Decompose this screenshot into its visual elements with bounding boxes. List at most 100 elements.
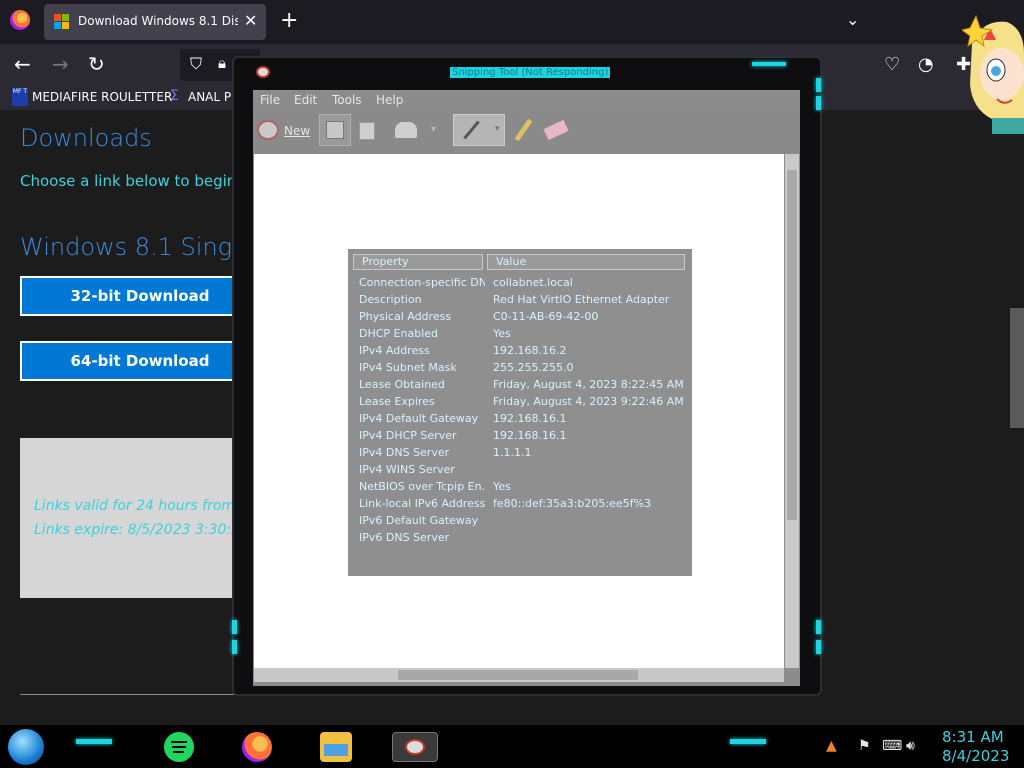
shield-icon[interactable]: ⛉ bbox=[190, 54, 202, 74]
network-icon[interactable]: ⌨ bbox=[882, 738, 902, 754]
flag-icon[interactable]: ⚑ bbox=[858, 738, 871, 754]
tab-close-icon[interactable]: ✕ bbox=[244, 11, 257, 30]
property-name: Physical Address bbox=[359, 310, 452, 323]
property-value: 192.168.16.1 bbox=[493, 412, 567, 425]
download-32bit-button[interactable]: 32-bit Download bbox=[20, 276, 260, 316]
reload-icon[interactable]: ↻ bbox=[88, 52, 105, 76]
column-header-property: Property bbox=[353, 254, 483, 270]
window-title: Snipping Tool (Not Responding) bbox=[450, 67, 611, 78]
bookmark-second[interactable]: ANAL P bbox=[188, 90, 231, 104]
menu-file[interactable]: File bbox=[260, 93, 280, 107]
file-explorer-icon[interactable] bbox=[320, 732, 352, 762]
property-name: IPv4 Subnet Mask bbox=[359, 361, 457, 374]
eraser-icon[interactable] bbox=[543, 119, 569, 141]
table-row: DHCP Enabled Yes bbox=[348, 327, 692, 344]
property-value: collabnet.local bbox=[493, 276, 573, 289]
menu-tools[interactable]: Tools bbox=[332, 93, 362, 107]
property-name: Lease Expires bbox=[359, 395, 435, 408]
frame-accent bbox=[232, 640, 237, 654]
property-name: IPv6 Default Gateway bbox=[359, 514, 479, 527]
volume-icon[interactable]: 🔊︎ bbox=[906, 738, 915, 754]
frame-accent bbox=[816, 640, 821, 654]
clock-time[interactable]: 8:31 AM bbox=[942, 728, 1004, 746]
firefox-taskbar-icon[interactable] bbox=[242, 732, 272, 762]
back-arrow-icon[interactable]: ← bbox=[14, 52, 31, 76]
new-snip-button[interactable]: New bbox=[284, 124, 310, 138]
bookmark-icon: Σ bbox=[170, 88, 179, 104]
property-name: Connection-specific DN... bbox=[359, 276, 485, 289]
vertical-scroll-thumb[interactable] bbox=[787, 170, 797, 520]
spotify-icon[interactable] bbox=[164, 732, 194, 762]
table-row: Physical Address C0-11-AB-69-42-00 bbox=[348, 310, 692, 327]
page-scrollbar[interactable] bbox=[1010, 308, 1024, 428]
property-name: DHCP Enabled bbox=[359, 327, 439, 340]
horizontal-scroll-thumb[interactable] bbox=[398, 670, 638, 680]
windows-logo-icon bbox=[54, 14, 70, 30]
scissors-icon bbox=[256, 66, 270, 78]
tab-strip: Download Windows 8.1 Disc Im ✕ + ⌄ bbox=[0, 0, 1024, 44]
tab-title: Download Windows 8.1 Disc Im bbox=[78, 14, 238, 28]
lock-icon[interactable]: 🔒︎ bbox=[218, 54, 226, 72]
taskbar-accent bbox=[76, 739, 112, 744]
pen-icon[interactable]: ▾ bbox=[453, 114, 505, 146]
table-row: NetBIOS over Tcpip En... Yes bbox=[348, 480, 692, 497]
menu-edit[interactable]: Edit bbox=[294, 93, 317, 107]
firefox-menu-icon[interactable] bbox=[10, 10, 30, 30]
highlighter-icon[interactable] bbox=[514, 118, 533, 142]
links-valid-text: Links valid for 24 hours from bbox=[34, 498, 236, 514]
table-row: IPv4 Address 192.168.16.2 bbox=[348, 344, 692, 361]
table-row: IPv6 DNS Server bbox=[348, 531, 692, 548]
property-value: Yes bbox=[493, 327, 511, 340]
sync-icon[interactable]: ◔ bbox=[918, 54, 934, 75]
taskbar-accent bbox=[730, 739, 766, 744]
table-row: IPv4 Subnet Mask 255.255.255.0 bbox=[348, 361, 692, 378]
property-value: Yes bbox=[493, 480, 511, 493]
chevron-down-icon[interactable]: ▾ bbox=[431, 124, 436, 135]
table-row: IPv4 DNS Server 1.1.1.1 bbox=[348, 446, 692, 463]
bookmark-mediafire-rouletter[interactable]: MEDIAFIRE ROULETTER bbox=[32, 90, 172, 104]
pocket-icon[interactable]: ♡ bbox=[884, 54, 900, 75]
language-icon[interactable]: ▲ bbox=[826, 738, 837, 754]
table-row: IPv6 Default Gateway bbox=[348, 514, 692, 531]
property-name: IPv4 DNS Server bbox=[359, 446, 450, 459]
property-value: 192.168.16.2 bbox=[493, 344, 567, 357]
mediafire-bookmark-icon: MF T bbox=[12, 88, 28, 106]
menu-help[interactable]: Help bbox=[376, 93, 403, 107]
property-name: Description bbox=[359, 293, 422, 306]
table-row: IPv4 Default Gateway 192.168.16.1 bbox=[348, 412, 692, 429]
frame-accent bbox=[752, 62, 786, 66]
page-title: Downloads bbox=[20, 124, 152, 152]
forward-arrow-icon[interactable]: → bbox=[52, 52, 69, 76]
clock-date[interactable]: 8/4/2023 bbox=[942, 747, 1009, 765]
property-name: IPv4 Default Gateway bbox=[359, 412, 479, 425]
property-value: Friday, August 4, 2023 8:22:45 AM bbox=[493, 378, 684, 391]
property-name: Link-local IPv6 Address bbox=[359, 497, 485, 510]
chevron-down-icon[interactable]: ⌄ bbox=[846, 10, 859, 29]
new-tab-icon[interactable]: + bbox=[280, 8, 298, 33]
table-row: IPv4 WINS Server bbox=[348, 463, 692, 480]
link-info-box: Links valid for 24 hours from Links expi… bbox=[20, 438, 260, 598]
browser-tab-active[interactable]: Download Windows 8.1 Disc Im ✕ bbox=[44, 4, 266, 40]
frame-accent bbox=[232, 620, 237, 634]
property-name: IPv4 WINS Server bbox=[359, 463, 455, 476]
send-snip-icon[interactable] bbox=[395, 122, 417, 138]
toolbar: New ▾ ▾ bbox=[253, 110, 800, 154]
property-value: Friday, August 4, 2023 9:22:46 AM bbox=[493, 395, 684, 408]
new-snip-icon[interactable] bbox=[257, 120, 279, 140]
snipping-tool-taskbar-icon[interactable] bbox=[392, 732, 438, 762]
property-value: 1.1.1.1 bbox=[493, 446, 532, 459]
frame-accent bbox=[816, 96, 821, 110]
property-value: C0-11-AB-69-42-00 bbox=[493, 310, 599, 323]
network-details-grid: Property Value Connection-specific DN...… bbox=[348, 249, 692, 576]
start-button[interactable] bbox=[8, 729, 44, 765]
frame-accent bbox=[816, 78, 821, 92]
save-icon[interactable] bbox=[319, 114, 351, 146]
copy-icon[interactable] bbox=[359, 122, 375, 140]
download-64bit-button[interactable]: 64-bit Download bbox=[20, 341, 260, 381]
links-expire-text: Links expire: 8/5/2023 3:30:3 bbox=[34, 522, 241, 538]
section-title: Windows 8.1 Single bbox=[20, 233, 254, 261]
property-value: 192.168.16.1 bbox=[493, 429, 567, 442]
column-header-value: Value bbox=[487, 254, 685, 270]
property-name: IPv4 DHCP Server bbox=[359, 429, 457, 442]
page-subtitle: Choose a link below to begin t bbox=[20, 172, 247, 190]
